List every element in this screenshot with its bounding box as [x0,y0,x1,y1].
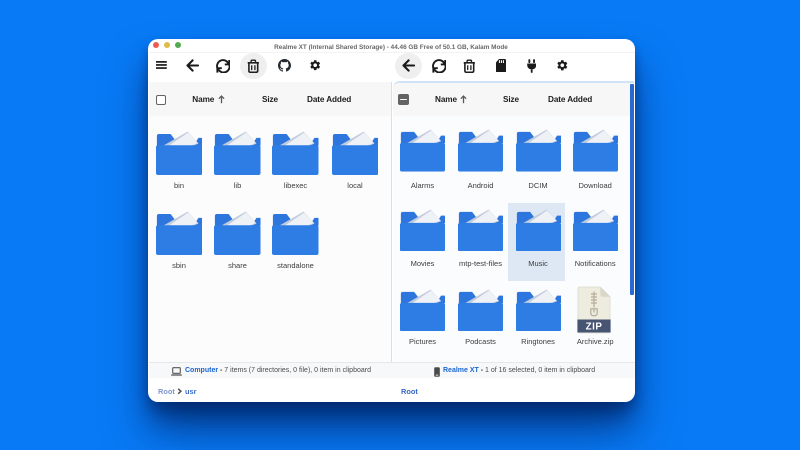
svg-text:ZIP: ZIP [585,322,602,333]
